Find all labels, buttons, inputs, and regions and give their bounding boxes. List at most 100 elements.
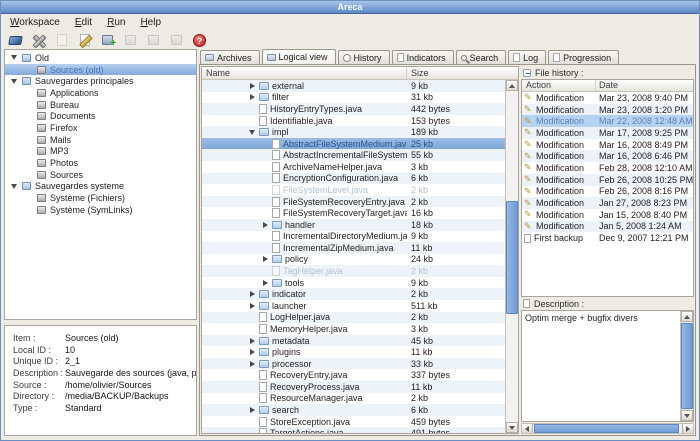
edit-icon[interactable] <box>75 32 94 49</box>
scrollbar-thumb[interactable] <box>506 201 518 314</box>
file-tree-row[interactable]: IncrementalDirectoryMedium.java9 kb <box>202 231 505 243</box>
tab-log[interactable]: Log <box>508 50 546 64</box>
file-history-row[interactable]: ✎ModificationMar 22, 2008 12:48 AM <box>522 115 693 127</box>
tab-archives[interactable]: Archives <box>200 50 260 64</box>
expanded-arrow-icon[interactable] <box>11 79 17 84</box>
column-header-name[interactable]: Name <box>202 67 407 79</box>
file-tree-vertical-scrollbar[interactable] <box>505 80 518 433</box>
collapsed-arrow-icon[interactable] <box>250 407 255 413</box>
scroll-right-button[interactable] <box>682 424 693 433</box>
file-tree-row[interactable]: EncryptionConfiguration.java6 kb <box>202 173 505 185</box>
file-tree-row[interactable]: metadata45 kb <box>202 335 505 347</box>
file-tree-row[interactable]: RecoveryEntry.java337 bytes <box>202 369 505 381</box>
file-tree-row[interactable]: ArchiveNameHelper.java3 kb <box>202 161 505 173</box>
collapsed-arrow-icon[interactable] <box>250 303 255 309</box>
workspace-tree-item-sources-old[interactable]: Sources (old) <box>5 64 196 76</box>
collapsed-arrow-icon[interactable] <box>250 83 255 89</box>
collapsed-arrow-icon[interactable] <box>250 349 255 355</box>
file-tree-row[interactable]: TargetActions.java491 bytes <box>202 427 505 433</box>
scroll-up-button[interactable] <box>506 80 518 91</box>
expanded-arrow-icon[interactable] <box>11 55 17 60</box>
file-tree-row[interactable]: ResourceManager.java2 kb <box>202 393 505 405</box>
collapsed-arrow-icon[interactable] <box>250 291 255 297</box>
expanded-arrow-icon[interactable] <box>249 130 255 135</box>
workspace-tree-item-sauvegardes-systeme[interactable]: Sauvegardes systeme <box>5 181 196 193</box>
file-tree-row[interactable]: handler18 kb <box>202 219 505 231</box>
file-history-row[interactable]: ✎ModificationFeb 26, 2008 8:16 PM <box>522 186 693 198</box>
description-panel[interactable]: Optim merge + bugfix divers <box>521 310 694 422</box>
file-history-row[interactable]: ✎ModificationJan 15, 2008 8:40 PM <box>522 209 693 221</box>
collapsed-arrow-icon[interactable] <box>250 338 255 344</box>
file-tree-row[interactable]: external9 kb <box>202 80 505 92</box>
file-tree-row[interactable]: plugins11 kb <box>202 346 505 358</box>
file-history-row[interactable]: ✎ModificationMar 23, 2008 9:40 PM <box>522 92 693 104</box>
description-vertical-scrollbar[interactable] <box>680 311 693 421</box>
scroll-down-button[interactable] <box>506 422 518 433</box>
file-history-row[interactable]: ✎ModificationMar 17, 2008 9:25 PM <box>522 127 693 139</box>
file-tree-row[interactable]: policy24 kb <box>202 254 505 266</box>
column-header-action[interactable]: Action <box>522 80 596 91</box>
collapse-icon[interactable] <box>523 69 531 77</box>
menu-item-help[interactable]: Help <box>140 17 161 28</box>
file-tree-row[interactable]: launcher511 kb <box>202 300 505 312</box>
scrollbar-thumb[interactable] <box>534 424 679 433</box>
workspace-tree-item-old[interactable]: Old <box>5 52 196 64</box>
workspace-tree-item-documents[interactable]: Documents <box>5 110 196 122</box>
horizontal-scrollbar[interactable] <box>521 423 694 434</box>
file-tree-row[interactable]: LogHelper.java2 kb <box>202 312 505 324</box>
open-workspace-icon[interactable] <box>6 32 25 49</box>
file-tree-row[interactable]: StoreException.java459 bytes <box>202 416 505 428</box>
workspace-tree-item-applications[interactable]: Applications <box>5 87 196 99</box>
workspace-tree-item-sauvegardes-principales[interactable]: Sauvegardes principales <box>5 75 196 87</box>
preferences-icon[interactable] <box>29 32 48 49</box>
scrollbar-thumb[interactable] <box>681 323 693 409</box>
workspace-tree-item-sources[interactable]: Sources <box>5 169 196 181</box>
collapsed-arrow-icon[interactable] <box>263 280 268 286</box>
file-tree-row[interactable]: processor33 kb <box>202 358 505 370</box>
file-tree-row[interactable]: HistoryEntryTypes.java442 bytes <box>202 103 505 115</box>
workspace-tree-item-syst-me-fichiers[interactable]: Système (Fichiers) <box>5 192 196 204</box>
column-header-size[interactable]: Size <box>407 67 518 79</box>
menu-item-edit[interactable]: Edit <box>75 17 92 28</box>
expanded-arrow-icon[interactable] <box>11 184 17 189</box>
file-tree-row[interactable]: IncrementalZipMedium.java11 kb <box>202 242 505 254</box>
tab-history[interactable]: History <box>338 50 390 64</box>
file-tree-row[interactable]: indicator2 kb <box>202 288 505 300</box>
file-tree-row[interactable]: impl189 kb <box>202 126 505 138</box>
backup-add-icon[interactable] <box>98 32 117 49</box>
tab-indicators[interactable]: Indicators <box>392 50 454 64</box>
tab-logical-view[interactable]: Logical view <box>262 49 336 64</box>
file-tree-row[interactable]: TagHelper.java2 kb <box>202 265 505 277</box>
file-tree-row[interactable]: RecoveryProcess.java11 kb <box>202 381 505 393</box>
scroll-left-button[interactable] <box>522 424 533 433</box>
file-history-row[interactable]: ✎ModificationFeb 26, 2008 10:25 PM <box>522 174 693 186</box>
scroll-up-button[interactable] <box>681 311 693 322</box>
file-tree-row[interactable]: FileSystemRecoveryTarget.java16 kb <box>202 207 505 219</box>
workspace-tree-item-mails[interactable]: Mails <box>5 134 196 146</box>
file-history-row[interactable]: ✎ModificationMar 16, 2008 8:49 PM <box>522 139 693 151</box>
collapsed-arrow-icon[interactable] <box>263 256 268 262</box>
collapsed-arrow-icon[interactable] <box>263 222 268 228</box>
file-tree-row[interactable]: FileSystemRecoveryEntry.java2 kb <box>202 196 505 208</box>
scroll-down-button[interactable] <box>681 410 693 421</box>
file-history-row[interactable]: ✎ModificationJan 27, 2008 8:23 PM <box>522 197 693 209</box>
file-tree-row[interactable]: search6 kb <box>202 404 505 416</box>
file-tree-row[interactable]: FileSystemLevel.java2 kb <box>202 184 505 196</box>
file-history-row[interactable]: First backupDec 9, 2007 12:21 PM <box>522 232 693 244</box>
file-tree-row[interactable]: Identifiable.java153 bytes <box>202 115 505 127</box>
column-header-date[interactable]: Date <box>596 80 693 91</box>
tab-progression[interactable]: Progression <box>548 50 619 64</box>
file-tree-row[interactable]: tools9 kb <box>202 277 505 289</box>
collapsed-arrow-icon[interactable] <box>250 94 255 100</box>
menu-item-workspace[interactable]: Workspace <box>10 17 60 28</box>
file-history-row[interactable]: ✎ModificationMar 16, 2008 6:46 PM <box>522 150 693 162</box>
help-icon[interactable]: ? <box>190 32 209 49</box>
file-tree-row[interactable]: AbstractIncrementalFileSystemMedi55 kb <box>202 149 505 161</box>
workspace-tree-item-syst-me-symlinks[interactable]: Système (SymLinks) <box>5 204 196 216</box>
file-tree-row[interactable]: filter31 kb <box>202 92 505 104</box>
menu-item-run[interactable]: Run <box>107 17 125 28</box>
file-tree-row[interactable]: MemoryHelper.java3 kb <box>202 323 505 335</box>
workspace-tree-item-photos[interactable]: Photos <box>5 157 196 169</box>
file-history-row[interactable]: ✎ModificationFeb 28, 2008 12:10 AM <box>522 162 693 174</box>
file-tree-row[interactable]: AbstractFileSystemMedium.java25 kb <box>202 138 505 150</box>
